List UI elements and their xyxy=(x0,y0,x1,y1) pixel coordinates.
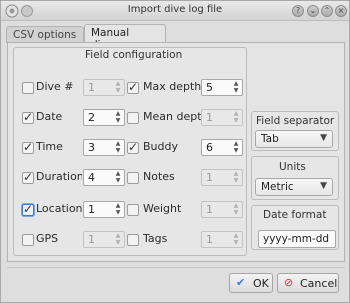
mean-depth-column-spinbox[interactable]: 1 ▲ ▼ xyxy=(201,109,243,126)
notes-checkbox[interactable] xyxy=(127,172,139,184)
gps-column-spinbox[interactable]: 1 ▲ ▼ xyxy=(83,231,125,248)
gps-column-value: 1 xyxy=(88,233,95,246)
field-configuration-title: Field configuration xyxy=(85,49,183,61)
weight-column-spinbox[interactable]: 1 ▲ ▼ xyxy=(201,201,243,218)
stepper-arrows-icon[interactable]: ▲ ▼ xyxy=(232,80,240,95)
tags-column-spinbox[interactable]: 1 ▲ ▼ xyxy=(201,231,243,248)
checkmark-icon: ✔ xyxy=(236,276,246,289)
date-format-value: yyyy-mm-dd xyxy=(263,233,330,245)
field-separator-value: Tab xyxy=(261,133,279,145)
dive-checkbox[interactable] xyxy=(22,82,34,94)
date-column-spinbox[interactable]: 2 ▲ ▼ xyxy=(83,109,125,126)
mean-depth-column-value: 1 xyxy=(206,111,213,124)
max-depth-label: Max depth xyxy=(143,80,201,93)
stepper-arrows-icon[interactable]: ▲ ▼ xyxy=(232,170,240,185)
buddy-checkbox[interactable] xyxy=(127,140,139,154)
cancel-label: Cancel xyxy=(300,277,338,290)
weight-label: Weight xyxy=(143,202,182,215)
weight-column-value: 1 xyxy=(206,203,213,216)
date-format-label: Date format xyxy=(263,209,327,221)
ok-label: OK xyxy=(253,277,269,290)
max-depth-column-value: 5 xyxy=(206,81,213,94)
help-icon[interactable]: ? xyxy=(292,5,304,17)
location-column-spinbox[interactable]: 1 ▲ ▼ xyxy=(83,201,125,218)
stepper-arrows-icon[interactable]: ▲ ▼ xyxy=(114,110,122,125)
stepper-arrows-icon[interactable]: ▲ ▼ xyxy=(114,232,122,247)
notes-column-spinbox[interactable]: 1 ▲ ▼ xyxy=(201,169,243,186)
date-label: Date xyxy=(36,110,63,123)
tab-csv-options[interactable]: CSV options xyxy=(6,26,84,43)
mean-depth-checkbox[interactable] xyxy=(127,112,139,124)
field-separator-select[interactable]: Tab ▼ xyxy=(255,130,333,148)
location-checkbox[interactable] xyxy=(22,202,34,216)
units-value: Metric xyxy=(261,181,294,193)
duration-label: Duration xyxy=(36,170,82,183)
location-label: Location xyxy=(36,202,82,215)
stepper-arrows-icon[interactable]: ▲ ▼ xyxy=(232,110,240,125)
time-checkbox[interactable] xyxy=(22,140,34,154)
stepper-arrows-icon[interactable]: ▲ ▼ xyxy=(114,80,122,95)
ok-button[interactable]: ✔ OK xyxy=(229,273,273,293)
stepper-arrows-icon[interactable]: ▲ ▼ xyxy=(232,140,240,155)
dive-column-value: 1 xyxy=(88,81,95,94)
dive-label: Dive # xyxy=(36,80,74,93)
duration-column-value: 4 xyxy=(88,171,95,184)
duration-column-spinbox[interactable]: 4 ▲ ▼ xyxy=(83,169,125,186)
stepper-arrows-icon[interactable]: ▲ ▼ xyxy=(114,202,122,217)
divider xyxy=(7,267,345,268)
units-select[interactable]: Metric ▼ xyxy=(255,178,333,196)
stepper-arrows-icon[interactable]: ▲ ▼ xyxy=(114,140,122,155)
maximize-icon[interactable]: ⌃ xyxy=(321,5,333,17)
chevron-down-icon: ▼ xyxy=(320,133,327,143)
tags-column-value: 1 xyxy=(206,233,213,246)
buddy-label: Buddy xyxy=(143,140,178,153)
gps-label: GPS xyxy=(36,232,59,245)
time-column-value: 3 xyxy=(88,141,95,154)
chevron-down-icon: ▼ xyxy=(320,181,327,191)
date-column-value: 2 xyxy=(88,111,95,124)
weight-checkbox[interactable] xyxy=(127,204,139,216)
cancel-button[interactable]: ⊘ Cancel xyxy=(277,273,339,293)
stepper-arrows-icon[interactable]: ▲ ▼ xyxy=(232,202,240,217)
date-format-input[interactable]: yyyy-mm-dd xyxy=(258,230,336,248)
notes-column-value: 1 xyxy=(206,171,213,184)
max-depth-column-spinbox[interactable]: 5 ▲ ▼ xyxy=(201,79,243,96)
time-label: Time xyxy=(36,140,63,153)
max-depth-checkbox[interactable] xyxy=(127,80,139,94)
buddy-column-value: 6 xyxy=(206,141,213,154)
duration-checkbox[interactable] xyxy=(22,170,34,184)
notes-label: Notes xyxy=(143,170,175,183)
field-separator-label: Field separator xyxy=(256,115,335,127)
date-checkbox[interactable] xyxy=(22,110,34,124)
import-dialog: Import dive log file ? ⌄ ⌃ × CSV options… xyxy=(0,0,350,303)
cancel-icon: ⊘ xyxy=(284,276,294,289)
location-column-value: 1 xyxy=(88,203,95,216)
units-label: Units xyxy=(279,161,306,173)
buddy-column-spinbox[interactable]: 6 ▲ ▼ xyxy=(201,139,243,156)
mean-depth-label: Mean depth xyxy=(143,110,201,123)
stepper-arrows-icon[interactable]: ▲ ▼ xyxy=(232,232,240,247)
tab-manual-dives[interactable]: Manual dives xyxy=(84,24,166,51)
tags-checkbox[interactable] xyxy=(127,234,139,246)
title-bar[interactable]: Import dive log file ? ⌄ ⌃ × xyxy=(1,1,349,21)
close-icon[interactable]: × xyxy=(335,5,347,17)
minimize-icon[interactable]: ⌄ xyxy=(307,5,319,17)
dive-column-spinbox[interactable]: 1 ▲ ▼ xyxy=(83,79,125,96)
gps-checkbox[interactable] xyxy=(22,234,34,246)
stepper-arrows-icon[interactable]: ▲ ▼ xyxy=(114,170,122,185)
tags-label: Tags xyxy=(143,232,168,245)
time-column-spinbox[interactable]: 3 ▲ ▼ xyxy=(83,139,125,156)
